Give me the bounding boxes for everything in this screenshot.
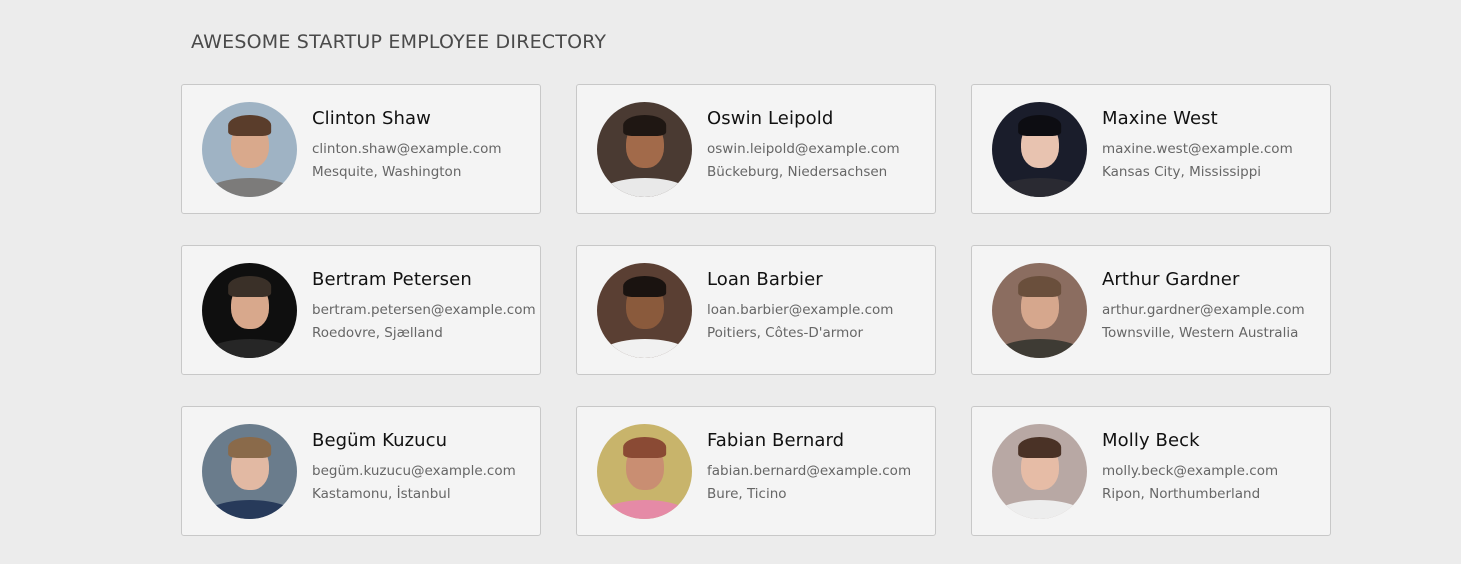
employee-card[interactable]: Arthur Gardner arthur.gardner@example.co…: [971, 245, 1331, 375]
avatar[interactable]: [202, 262, 297, 358]
avatar-hair: [227, 114, 272, 136]
employee-email: bertram.petersen@example.com: [312, 302, 536, 318]
employee-email: arthur.gardner@example.com: [1102, 302, 1305, 318]
employee-info: Oswin Leipold oswin.leipold@example.com …: [707, 108, 900, 184]
avatar[interactable]: [992, 423, 1087, 519]
avatar[interactable]: [202, 101, 297, 197]
employee-location: Townsville, Western Australia: [1102, 325, 1299, 341]
employee-email: clinton.shaw@example.com: [312, 141, 502, 157]
employee-card[interactable]: Maxine West maxine.west@example.com Kans…: [971, 84, 1331, 214]
employee-location: Roedovre, Sjælland: [312, 325, 443, 341]
employee-card[interactable]: Clinton Shaw clinton.shaw@example.com Me…: [181, 84, 541, 214]
employee-name: Begüm Kuzucu: [312, 430, 448, 451]
avatar[interactable]: [597, 262, 692, 358]
avatar[interactable]: [597, 423, 692, 519]
avatar[interactable]: [992, 262, 1087, 358]
employee-name: Loan Barbier: [707, 269, 823, 290]
avatar-hair: [1017, 114, 1062, 136]
employee-info: Begüm Kuzucu begüm.kuzucu@example.com Ka…: [312, 430, 516, 506]
directory-page: AWESOME STARTUP EMPLOYEE DIRECTORY Clint…: [0, 0, 1461, 564]
avatar-shoulders: [992, 338, 1087, 358]
avatar-shoulders: [597, 499, 692, 519]
employee-card[interactable]: Bertram Petersen bertram.petersen@exampl…: [181, 245, 541, 375]
employee-email: fabian.bernard@example.com: [707, 463, 912, 479]
avatar-shoulders: [597, 177, 692, 197]
employee-location: Kastamonu, İstanbul: [312, 486, 451, 502]
employee-grid: Clinton Shaw clinton.shaw@example.com Me…: [181, 84, 1331, 536]
employee-location: Poitiers, Côtes-D'armor: [707, 325, 864, 341]
avatar-hair: [227, 436, 272, 458]
employee-card[interactable]: Oswin Leipold oswin.leipold@example.com …: [576, 84, 936, 214]
employee-email: oswin.leipold@example.com: [707, 141, 900, 157]
employee-location: Mesquite, Washington: [312, 164, 462, 180]
employee-name: Fabian Bernard: [707, 430, 845, 451]
employee-card[interactable]: Fabian Bernard fabian.bernard@example.co…: [576, 406, 936, 536]
avatar-hair: [1017, 275, 1062, 297]
employee-location: Kansas City, Mississippi: [1102, 164, 1262, 180]
avatar-shoulders: [992, 177, 1087, 197]
employee-info: Bertram Petersen bertram.petersen@exampl…: [312, 269, 536, 345]
employee-card[interactable]: Loan Barbier loan.barbier@example.com Po…: [576, 245, 936, 375]
employee-location: Bure, Ticino: [707, 486, 787, 502]
employee-info: Molly Beck molly.beck@example.com Ripon,…: [1102, 430, 1279, 506]
employee-name: Molly Beck: [1102, 430, 1200, 451]
avatar-shoulders: [597, 338, 692, 358]
employee-name: Bertram Petersen: [312, 269, 472, 290]
employee-name: Arthur Gardner: [1102, 269, 1240, 290]
employee-email: molly.beck@example.com: [1102, 463, 1279, 479]
employee-email: loan.barbier@example.com: [707, 302, 894, 318]
employee-location: Ripon, Northumberland: [1102, 486, 1261, 502]
employee-info: Loan Barbier loan.barbier@example.com Po…: [707, 269, 894, 345]
employee-card[interactable]: Begüm Kuzucu begüm.kuzucu@example.com Ka…: [181, 406, 541, 536]
page-title: AWESOME STARTUP EMPLOYEE DIRECTORY: [191, 31, 607, 53]
employee-name: Oswin Leipold: [707, 108, 834, 129]
employee-info: Maxine West maxine.west@example.com Kans…: [1102, 108, 1293, 184]
avatar-shoulders: [202, 499, 297, 519]
employee-email: maxine.west@example.com: [1102, 141, 1293, 157]
avatar-shoulders: [202, 338, 297, 358]
employee-name: Clinton Shaw: [312, 108, 431, 129]
avatar-hair: [227, 275, 272, 297]
avatar-hair: [1017, 436, 1062, 458]
employee-info: Clinton Shaw clinton.shaw@example.com Me…: [312, 108, 502, 184]
employee-info: Fabian Bernard fabian.bernard@example.co…: [707, 430, 912, 506]
avatar[interactable]: [992, 101, 1087, 197]
employee-name: Maxine West: [1102, 108, 1218, 129]
employee-info: Arthur Gardner arthur.gardner@example.co…: [1102, 269, 1305, 345]
employee-location: Bückeburg, Niedersachsen: [707, 164, 888, 180]
avatar-hair: [622, 114, 667, 136]
avatar-shoulders: [202, 177, 297, 197]
avatar-hair: [622, 436, 667, 458]
avatar-hair: [622, 275, 667, 297]
employee-card[interactable]: Molly Beck molly.beck@example.com Ripon,…: [971, 406, 1331, 536]
avatar[interactable]: [202, 423, 297, 519]
avatar-shoulders: [992, 499, 1087, 519]
avatar[interactable]: [597, 101, 692, 197]
employee-email: begüm.kuzucu@example.com: [312, 463, 516, 479]
